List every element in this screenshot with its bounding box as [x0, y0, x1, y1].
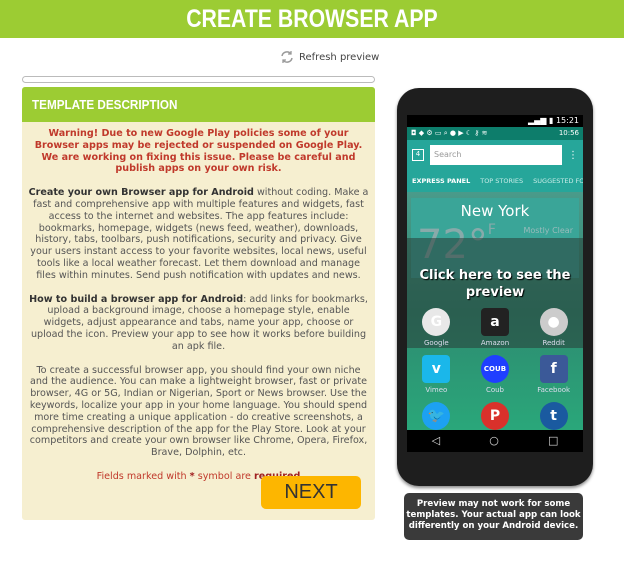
page-title: CREATE BROWSER APP: [186, 5, 438, 33]
intro-bold: Create your own Browser app for Android: [28, 187, 254, 199]
weather-condition: Mostly Clear: [523, 226, 573, 235]
bookmark-label: Google: [423, 339, 449, 347]
status-time: 15:21: [555, 116, 579, 125]
bookmark-app: P: [466, 402, 525, 433]
app-icon: P: [480, 402, 509, 430]
bookmark-vimeo: v Vimeo: [407, 355, 466, 394]
phone-screen[interactable]: ▂▄▆ ▮ 15:21 ◘ ◆ ⚙ ▭ ⌕ ● ▶ ☾ ⚷ ≋ 10:56 4 S…: [407, 115, 583, 452]
req-mid: symbol are: [194, 470, 255, 482]
tab-count-icon: 4: [412, 149, 424, 161]
intro-text: without coding. Make a fast and comprehe…: [30, 187, 369, 281]
next-button[interactable]: NEXT: [261, 476, 361, 509]
app-icon: t: [539, 402, 568, 430]
bookmark-label: Amazon: [480, 339, 510, 347]
bookmark-label: Coub: [485, 386, 505, 394]
bookmark-label: Vimeo: [425, 386, 448, 394]
browser-toolbar: 4 Search ⋮: [407, 140, 583, 170]
progress-bar: [22, 76, 375, 83]
bookmark-coub: COUB Coub: [466, 355, 525, 394]
bookmark-facebook: f Facebook: [524, 355, 583, 394]
notification-bar: ◘ ◆ ⚙ ▭ ⌕ ● ▶ ☾ ⚷ ≋ 10:56: [407, 127, 583, 140]
howto-paragraph: How to build a browser app for Android: …: [28, 294, 369, 353]
back-icon: ◁: [431, 434, 441, 447]
intro-paragraph: Create your own Browser app for Android …: [28, 187, 369, 281]
vimeo-icon: v: [422, 355, 451, 383]
notif-time: 10:56: [558, 129, 579, 137]
template-description-panel: TEMPLATE DESCRIPTION Warning! Due to new…: [22, 87, 375, 520]
weather-city: New York: [460, 202, 530, 220]
facebook-icon: f: [539, 355, 568, 383]
tab-express-panel: EXPRESS PANEL: [412, 177, 471, 185]
refresh-label: Refresh preview: [299, 51, 380, 63]
refresh-preview-button[interactable]: Refresh preview: [279, 49, 379, 65]
phone-preview[interactable]: ▂▄▆ ▮ 15:21 ◘ ◆ ⚙ ▭ ⌕ ● ▶ ☾ ⚷ ≋ 10:56 4 S…: [397, 88, 593, 486]
amazon-icon: a: [480, 308, 509, 336]
refresh-icon: [281, 51, 293, 63]
bookmark-reddit: ● Reddit: [524, 308, 583, 347]
preview-disclaimer: Preview may not work for some templates.…: [404, 493, 583, 540]
status-bar: ▂▄▆ ▮ 15:21: [527, 116, 579, 125]
howto-bold: How to build a browser app for Android: [29, 293, 244, 305]
browser-tabs: EXPRESS PANEL TOP STORIES SUGGESTED FOR: [407, 170, 583, 192]
bookmark-label: Facebook: [537, 386, 571, 394]
home-icon: ○: [489, 434, 499, 447]
bookmark-google: G Google: [407, 308, 466, 347]
req-pre: Fields marked with: [96, 470, 190, 482]
tab-top-stories: TOP STORIES: [480, 177, 524, 185]
search-input: Search: [430, 145, 562, 165]
see-preview-link[interactable]: Click here to see the preview: [407, 267, 583, 301]
android-nav-bar: ◁ ○ □: [407, 430, 583, 452]
bookmark-grid: G Google a Amazon ● Reddit v Vimeo COUB Coub f Face…: [407, 308, 583, 433]
recents-icon: □: [548, 434, 559, 447]
coub-icon: COUB: [480, 355, 509, 383]
tab-suggested: SUGGESTED FOR: [533, 177, 583, 185]
google-icon: G: [422, 308, 451, 336]
bookmark-label: Reddit: [542, 339, 565, 347]
notification-icons: ◘ ◆ ⚙ ▭ ⌕ ● ▶ ☾ ⚷ ≋: [411, 129, 488, 137]
tips-paragraph: To create a successful browser app, you …: [29, 364, 368, 459]
preview-content: New York 72°F Mostly Clear GGoogleaAmazo…: [407, 192, 583, 430]
page-header: CREATE BROWSER APP: [0, 0, 624, 38]
panel-header: TEMPLATE DESCRIPTION: [22, 87, 375, 122]
reddit-icon: ●: [539, 308, 568, 336]
more-icon: ⋮: [568, 149, 578, 161]
bookmark-amazon: a Amazon: [466, 308, 525, 347]
panel-title: TEMPLATE DESCRIPTION: [32, 97, 178, 112]
bookmark-app: 🐦: [407, 402, 466, 433]
app-icon: 🐦: [422, 402, 451, 430]
warning-text: Warning! Due to new Google Play policies…: [34, 128, 363, 175]
temp-unit: F: [487, 222, 496, 238]
bookmark-app: t: [524, 402, 583, 433]
